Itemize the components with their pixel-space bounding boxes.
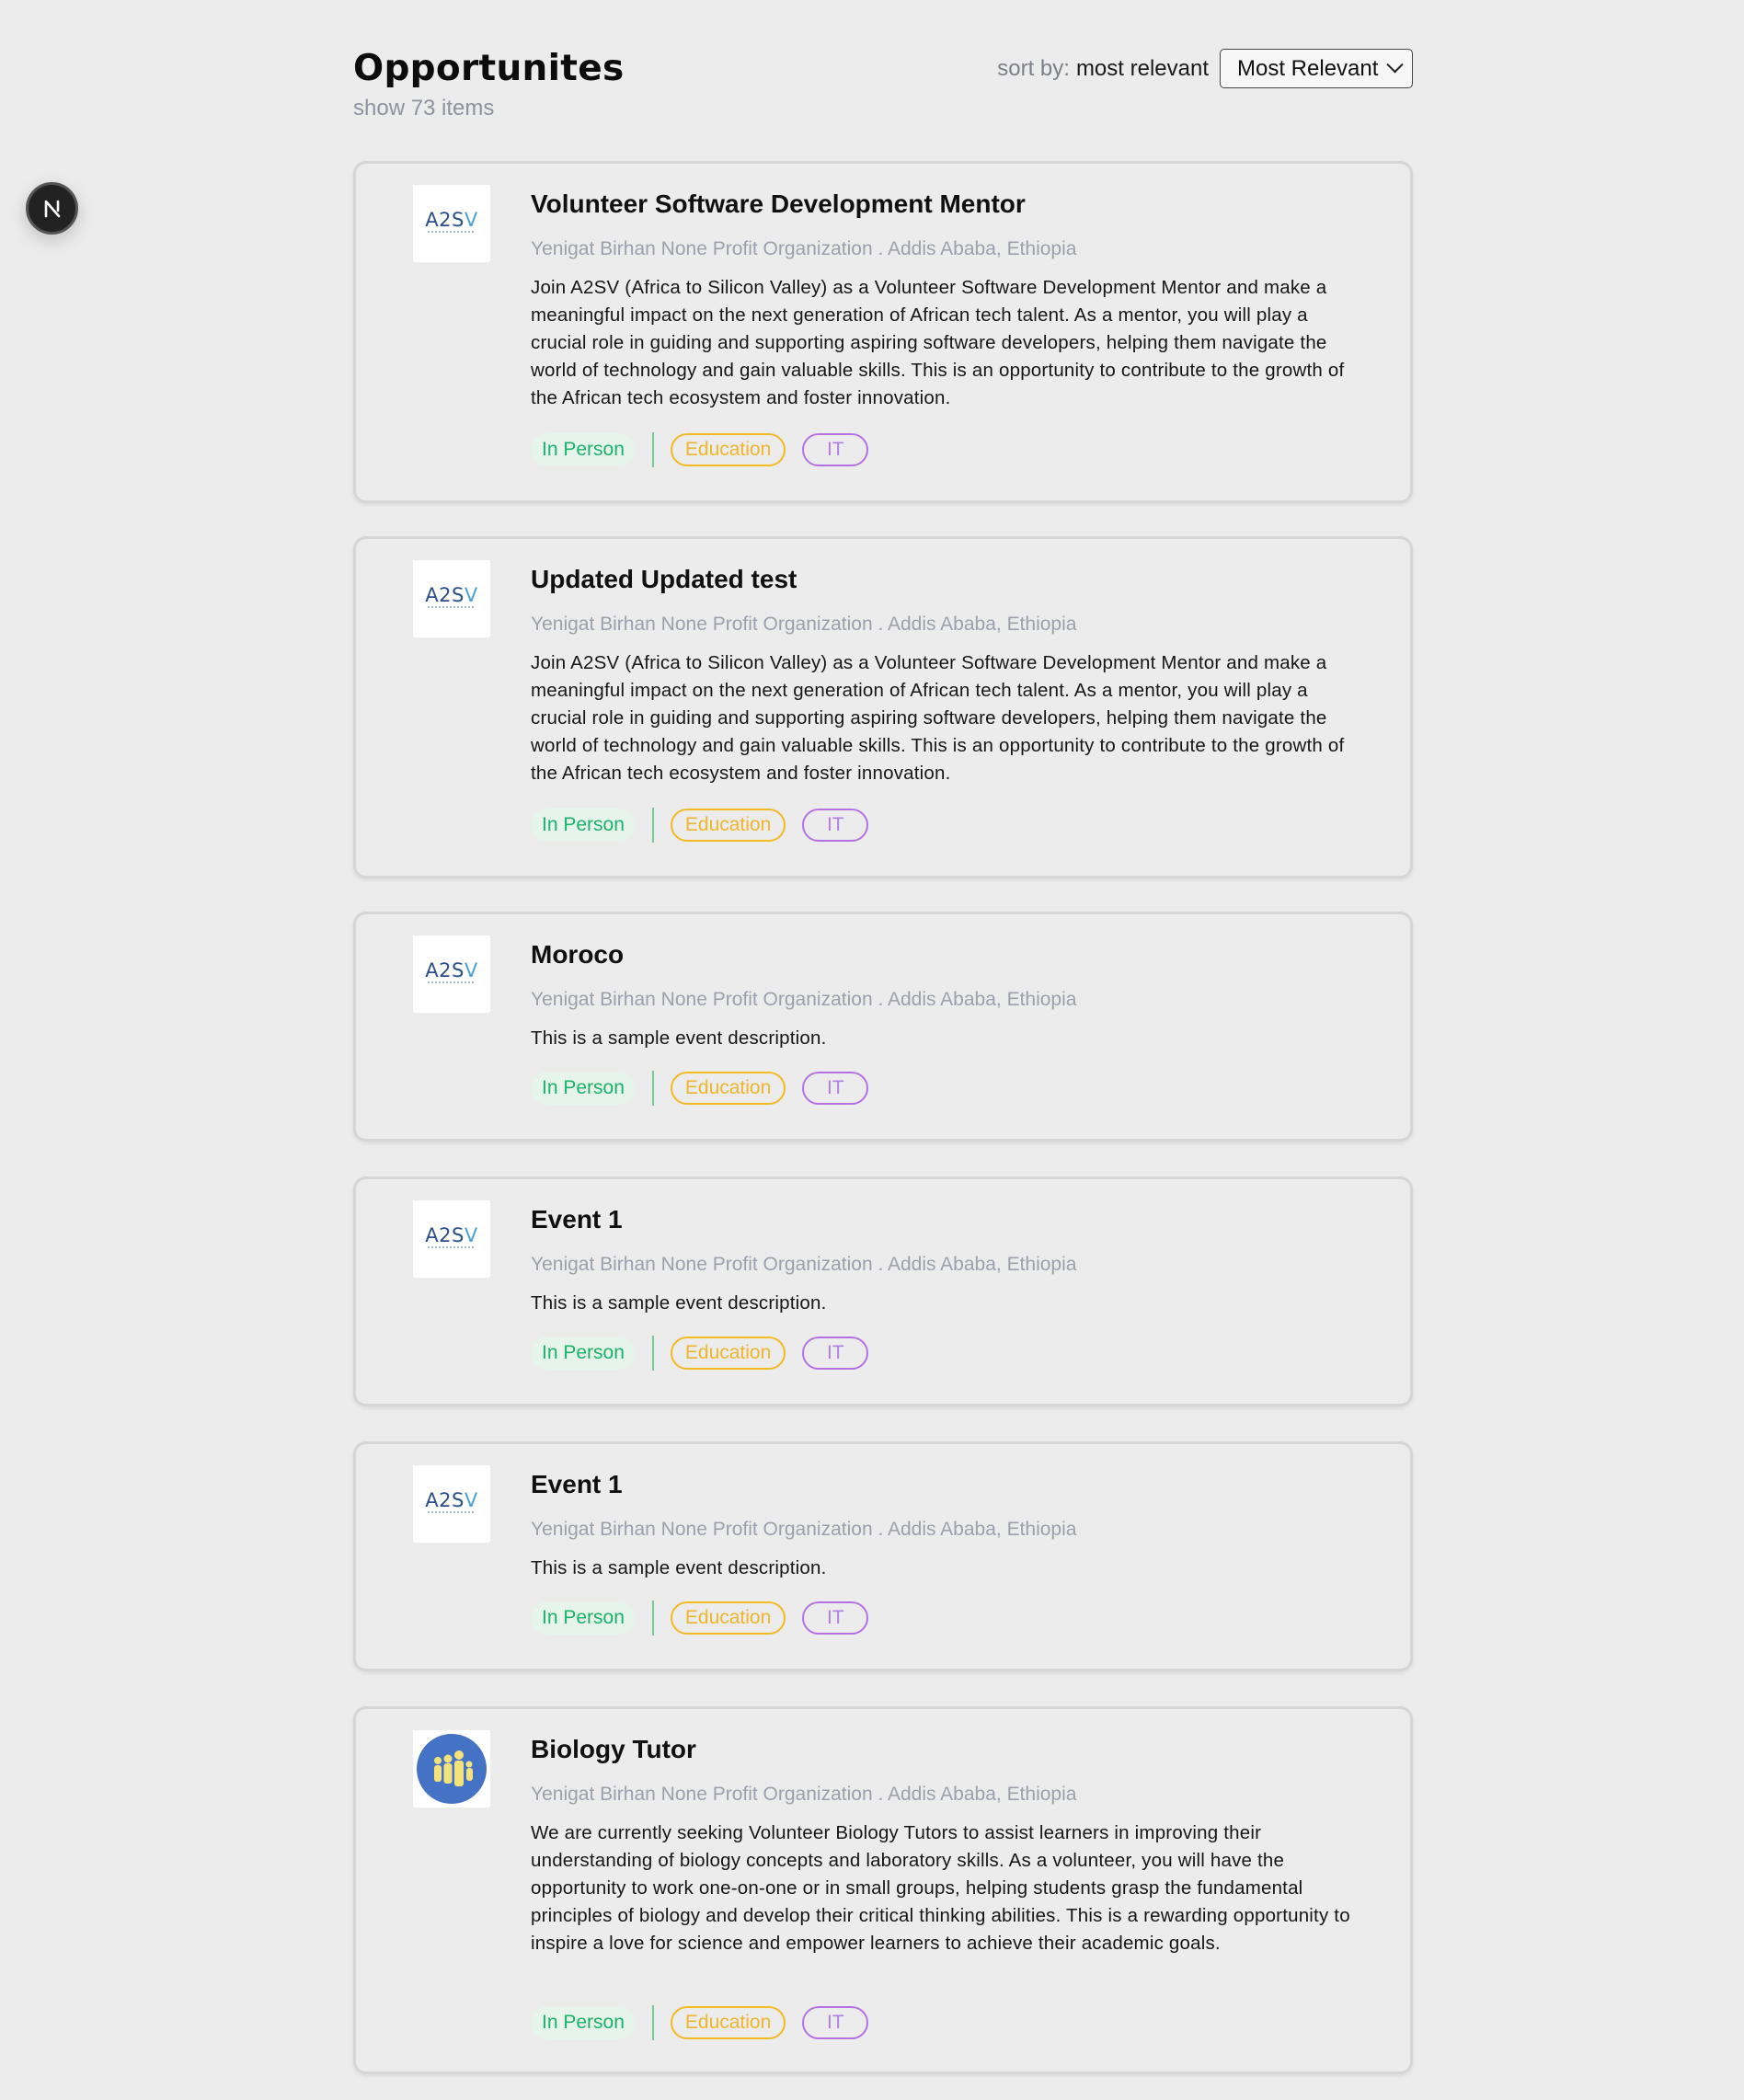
next-logo-icon (44, 200, 60, 217)
tag-divider (651, 432, 654, 467)
tag-list: In Person Education IT (531, 808, 869, 843)
svg-text:A2SV: A2SV (425, 209, 478, 231)
a2sv-logo-icon: A2SV (413, 560, 490, 637)
opportunity-card[interactable]: A2SV Event 1 Yenigat Birhan None Profit Or… (353, 1176, 1413, 1406)
opportunity-card[interactable]: A2SV Event 1 Yenigat Birhan None Profit Or… (353, 1441, 1413, 1671)
org-logo: A2SV (413, 935, 490, 1013)
a2sv-logo-icon: A2SV (413, 1465, 490, 1543)
sort-label: sort by: (997, 55, 1070, 81)
tag-in-person: In Person (531, 433, 636, 466)
card-description: This is a sample event description. (531, 1292, 827, 1314)
card-org-location: Yenigat Birhan None Profit Organization … (531, 238, 1077, 259)
tag-education: Education (670, 2006, 786, 2039)
sort-control: sort by: most relevant Most Relevant (997, 49, 1413, 88)
card-org-location: Yenigat Birhan None Profit Organization … (531, 989, 1077, 1010)
item-count: show 73 items (353, 96, 495, 120)
svg-text:A2SV: A2SV (425, 584, 478, 606)
card-title[interactable]: Biology Tutor (531, 1735, 696, 1764)
tag-divider (651, 1336, 654, 1371)
svg-text:A2SV: A2SV (425, 1489, 478, 1511)
tag-in-person: In Person (531, 1337, 636, 1370)
tag-in-person: In Person (531, 2006, 636, 2039)
page-header: Opportunites show 73 items sort by: most… (353, 48, 1413, 131)
card-description: We are currently seeking Volunteer Biolo… (531, 1822, 1350, 1954)
tag-in-person: In Person (531, 809, 636, 842)
a2sv-logo-icon: A2SV (413, 185, 490, 262)
tag-list: In Person Education IT (531, 432, 869, 467)
org-logo (413, 1730, 490, 1807)
tag-it: IT (802, 1337, 869, 1370)
opportunity-card[interactable]: A2SV Moroco Yenigat Birhan None Profit Org… (353, 912, 1413, 1142)
card-title[interactable]: Updated Updated test (531, 565, 797, 594)
card-org-location: Yenigat Birhan None Profit Organization … (531, 1254, 1077, 1275)
card-title[interactable]: Event 1 (531, 1205, 623, 1234)
card-title[interactable]: Volunteer Software Development Mentor (531, 189, 1026, 219)
card-description: Join A2SV (Africa to Silicon Valley) as … (531, 652, 1345, 784)
tag-education: Education (670, 1337, 786, 1370)
tag-education: Education (670, 433, 786, 466)
tag-it: IT (802, 1601, 869, 1635)
family-icon (413, 1730, 490, 1807)
sort-select[interactable]: Most Relevant (1220, 49, 1413, 88)
card-title[interactable]: Moroco (531, 940, 624, 970)
sort-current-value: most relevant (1075, 55, 1209, 81)
a2sv-logo-icon: A2SV (413, 935, 490, 1013)
tag-education: Education (670, 1072, 786, 1105)
tag-it: IT (802, 809, 869, 842)
next-badge-button[interactable] (26, 182, 78, 235)
svg-text:A2SV: A2SV (425, 959, 478, 981)
chevron-down-icon (1386, 56, 1404, 74)
tag-it: IT (802, 1072, 869, 1105)
card-org-location: Yenigat Birhan None Profit Organization … (531, 1519, 1077, 1540)
org-logo: A2SV (413, 560, 490, 637)
card-title[interactable]: Event 1 (531, 1470, 623, 1499)
tag-list: In Person Education IT (531, 1601, 869, 1635)
card-description: Join A2SV (Africa to Silicon Valley) as … (531, 277, 1345, 408)
opportunity-card[interactable]: A2SV Updated Updated test Yenigat Birhan N… (353, 536, 1413, 878)
card-description: This is a sample event description. (531, 1027, 827, 1049)
a2sv-logo-icon: A2SV (413, 1200, 490, 1278)
tag-divider (651, 1071, 654, 1106)
org-logo: A2SV (413, 1465, 490, 1543)
opportunity-card[interactable]: Biology Tutor Yenigat Birhan None Profit … (353, 1706, 1413, 2074)
org-logo: A2SV (413, 185, 490, 262)
tag-list: In Person Education IT (531, 1071, 869, 1106)
tag-divider (651, 2005, 654, 2040)
tag-it: IT (802, 2006, 869, 2039)
tag-in-person: In Person (531, 1601, 636, 1635)
org-logo: A2SV (413, 1200, 490, 1278)
sort-select-value: Most Relevant (1237, 55, 1379, 81)
page-title: Opportunites (353, 48, 625, 89)
card-description: This is a sample event description. (531, 1557, 827, 1578)
card-org-location: Yenigat Birhan None Profit Organization … (531, 614, 1077, 635)
tag-in-person: In Person (531, 1072, 636, 1105)
tag-education: Education (670, 809, 786, 842)
tag-list: In Person Education IT (531, 1336, 869, 1371)
svg-text:A2SV: A2SV (425, 1224, 478, 1246)
opportunity-card[interactable]: A2SV Volunteer Software Development Mento… (353, 161, 1413, 503)
tag-education: Education (670, 1601, 786, 1635)
card-org-location: Yenigat Birhan None Profit Organization … (531, 1784, 1077, 1805)
tag-divider (651, 808, 654, 843)
tag-it: IT (802, 433, 869, 466)
tag-list: In Person Education IT (531, 2005, 869, 2040)
tag-divider (651, 1601, 654, 1635)
